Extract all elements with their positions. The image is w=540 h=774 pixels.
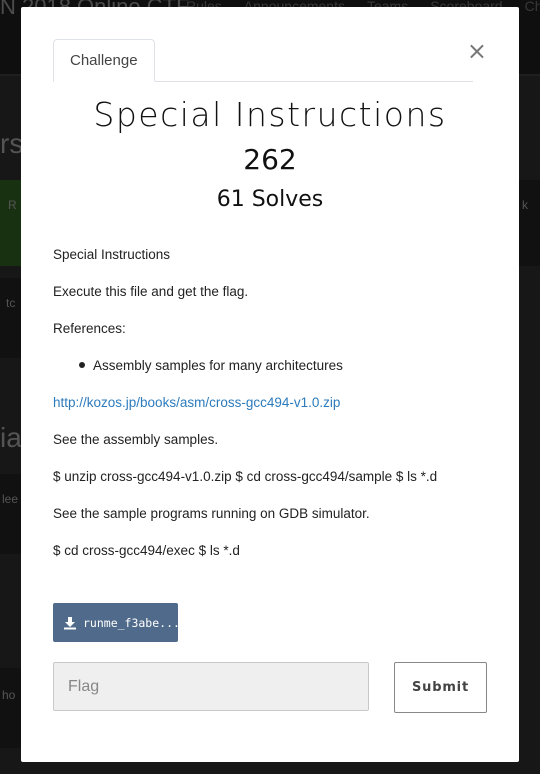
flag-input[interactable] [53, 662, 369, 711]
references-label: References: [53, 321, 126, 336]
reference-link-row: http://kozos.jp/books/asm/cross-gcc494-v… [53, 395, 340, 410]
reference-link[interactable]: http://kozos.jp/books/asm/cross-gcc494-v… [53, 395, 340, 410]
description-heading: Special Instructions [53, 247, 171, 262]
tab-challenge[interactable]: Challenge [53, 39, 155, 82]
command-line: $ unzip cross-gcc494-v1.0.zip $ cd cross… [53, 469, 438, 484]
challenge-title: Special Instructions [93, 95, 447, 134]
description-line: See the assembly samples. [53, 432, 219, 447]
download-file-label: runme_f3abe... [83, 615, 180, 630]
submit-button[interactable]: Submit [394, 662, 487, 713]
list-item-text: Assembly samples for many architectures [93, 358, 343, 373]
challenge-modal: × Challenge Special Instructions 262 61 … [21, 7, 519, 762]
description-line: Execute this file and get the flag. [53, 284, 249, 299]
list-item: Assembly samples for many architectures [79, 358, 343, 373]
challenge-value: 262 [243, 143, 297, 176]
description-line: See the sample programs running on GDB s… [53, 506, 370, 521]
download-file-button[interactable]: runme_f3abe... [53, 603, 180, 642]
download-icon [63, 616, 77, 630]
modal-tabs: Challenge [53, 39, 473, 82]
command-line: $ cd cross-gcc494/exec $ ls *.d [53, 543, 240, 558]
bullet-icon [79, 362, 85, 369]
challenge-solves[interactable]: 61 Solves [21, 187, 519, 212]
